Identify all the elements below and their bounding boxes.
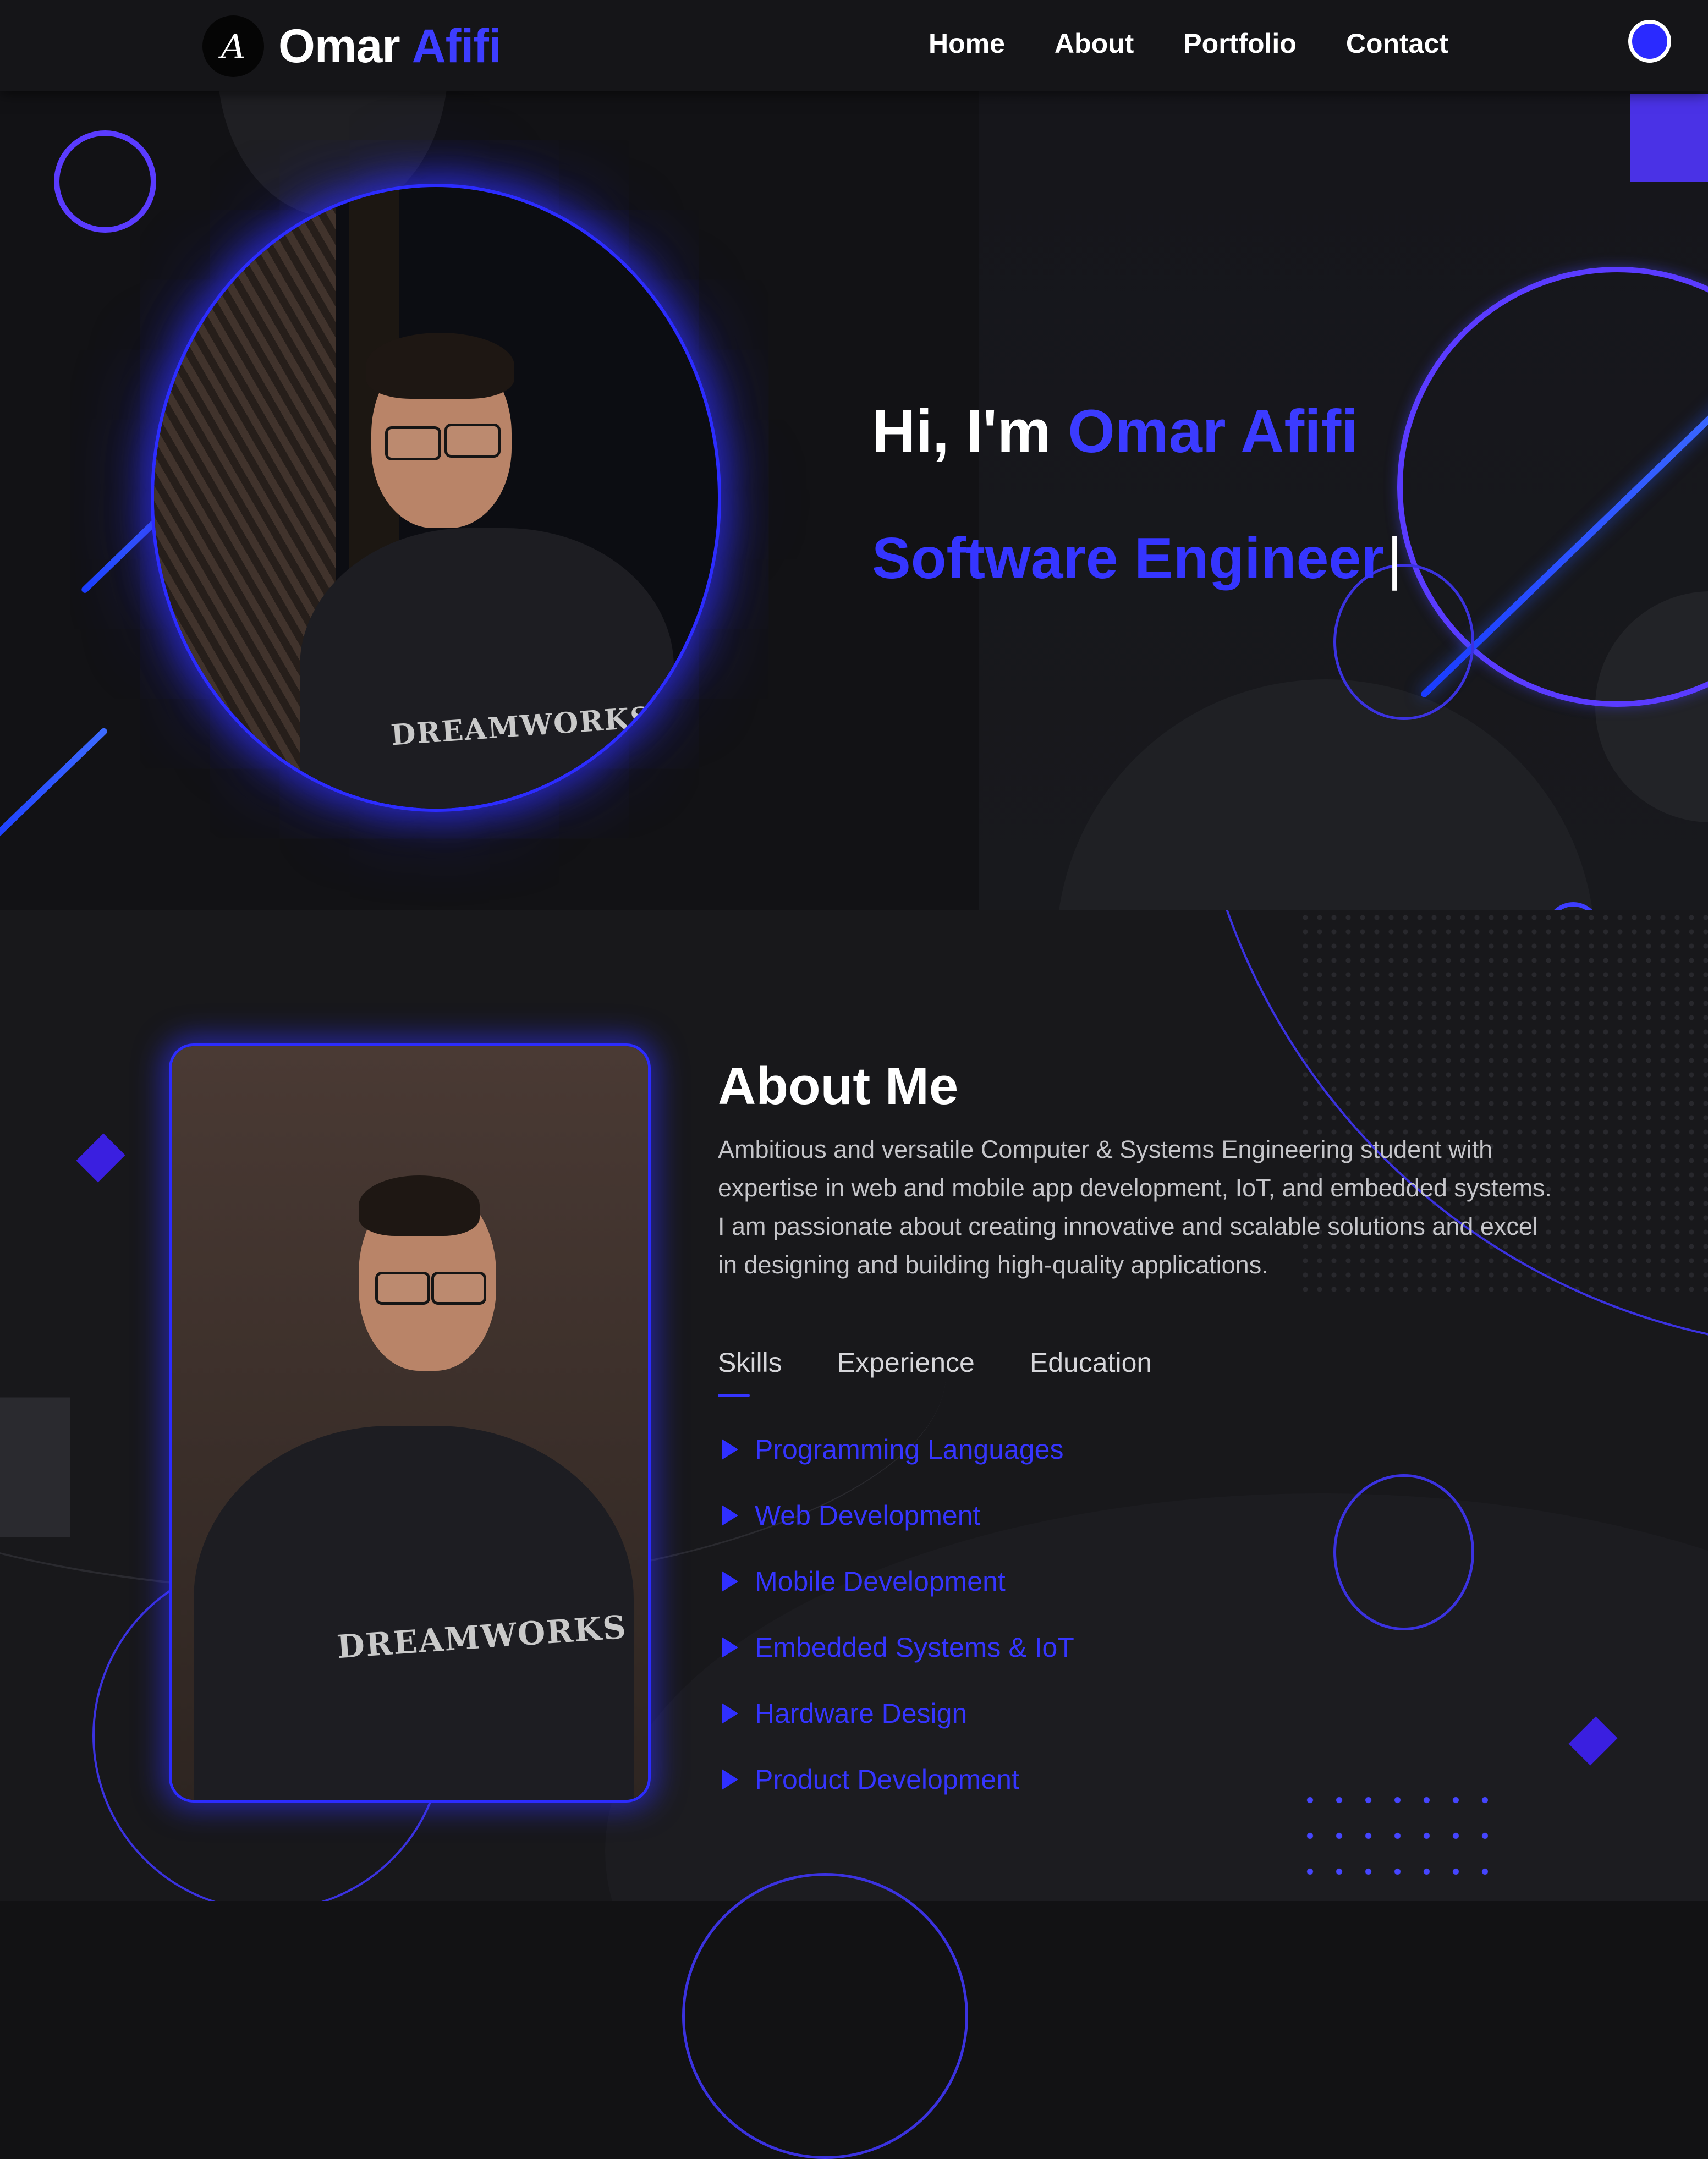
photo-person-hair xyxy=(359,1175,480,1236)
brand-last-name: Afifi xyxy=(411,20,502,73)
hero-profile-photo: DREAMWORKS xyxy=(154,187,718,809)
triangle-right-icon xyxy=(722,1571,738,1592)
triangle-right-icon xyxy=(722,1439,738,1460)
decorative-ring xyxy=(54,130,156,233)
navbar: A Omar Afifi Home About Portfolio Contact xyxy=(0,0,1708,91)
greeting-name: Omar Afifi xyxy=(1068,398,1358,465)
nav-links: Home About Portfolio Contact xyxy=(929,28,1498,59)
hero-greeting: Hi, I'm Omar Afifi xyxy=(872,402,1358,462)
skill-label: Product Development xyxy=(755,1764,1019,1795)
nav-link-about[interactable]: About xyxy=(1055,28,1134,59)
monogram-logo-icon: A xyxy=(202,15,264,77)
theme-toggle-icon[interactable] xyxy=(1628,20,1671,63)
photo-glasses-right xyxy=(444,424,501,458)
skill-label: Hardware Design xyxy=(755,1698,968,1729)
decorative-square xyxy=(1630,94,1708,182)
about-tabs: Skills Experience Education xyxy=(718,1347,1207,1397)
brand-name: Omar Afifi xyxy=(278,20,502,73)
tab-experience[interactable]: Experience xyxy=(837,1347,975,1378)
decorative-ring xyxy=(1333,1474,1474,1630)
brand-logo[interactable]: A Omar Afifi xyxy=(202,15,502,77)
about-profile-photo: DREAMWORKS xyxy=(172,1046,648,1800)
skill-label: Programming Languages xyxy=(755,1434,1064,1465)
photo-glasses-left xyxy=(375,1272,430,1305)
skill-item-mobile-development[interactable]: Mobile Development xyxy=(722,1548,1074,1614)
skill-item-web-development[interactable]: Web Development xyxy=(722,1482,1074,1548)
greeting-prefix: Hi, I'm xyxy=(872,398,1051,465)
triangle-right-icon xyxy=(722,1769,738,1790)
tab-skills[interactable]: Skills xyxy=(718,1347,782,1397)
decorative-arc xyxy=(682,1873,968,2159)
skill-label: Mobile Development xyxy=(755,1566,1006,1597)
skill-item-embedded-systems-iot[interactable]: Embedded Systems & IoT xyxy=(722,1614,1074,1680)
hero-role: Software Engineer| xyxy=(872,525,1402,592)
skills-list: Programming Languages Web Development Mo… xyxy=(722,1416,1074,1812)
decorative-dot-grid xyxy=(1295,1782,1488,1901)
about-title: About Me xyxy=(718,1057,959,1116)
skill-item-product-development[interactable]: Product Development xyxy=(722,1746,1074,1812)
photo-person-body xyxy=(300,528,674,809)
hero-section: DREAMWORKS Hi, I'm Omar Afifi Software E… xyxy=(0,91,1708,910)
skill-item-programming-languages[interactable]: Programming Languages xyxy=(722,1416,1074,1482)
photo-glasses-left xyxy=(385,426,441,460)
triangle-right-icon xyxy=(722,1703,738,1724)
nav-link-home[interactable]: Home xyxy=(929,28,1005,59)
brand-first-name: Omar xyxy=(278,20,400,73)
decorative-line xyxy=(0,727,109,850)
skill-item-hardware-design[interactable]: Hardware Design xyxy=(722,1680,1074,1746)
skill-label: Embedded Systems & IoT xyxy=(755,1632,1074,1663)
decorative-line xyxy=(80,513,164,595)
skill-label: Web Development xyxy=(755,1500,981,1531)
nav-link-contact[interactable]: Contact xyxy=(1346,28,1448,59)
tab-education[interactable]: Education xyxy=(1030,1347,1152,1378)
role-text: Software Engineer xyxy=(872,526,1384,591)
nav-link-portfolio[interactable]: Portfolio xyxy=(1183,28,1297,59)
typing-caret: | xyxy=(1387,526,1403,591)
triangle-right-icon xyxy=(722,1637,738,1658)
photo-person-hair xyxy=(366,333,514,399)
photo-glasses-right xyxy=(431,1272,486,1305)
monogram-letter: A xyxy=(221,26,246,67)
triangle-right-icon xyxy=(722,1505,738,1526)
about-description: Ambitious and versatile Computer & Syste… xyxy=(718,1135,1552,1279)
